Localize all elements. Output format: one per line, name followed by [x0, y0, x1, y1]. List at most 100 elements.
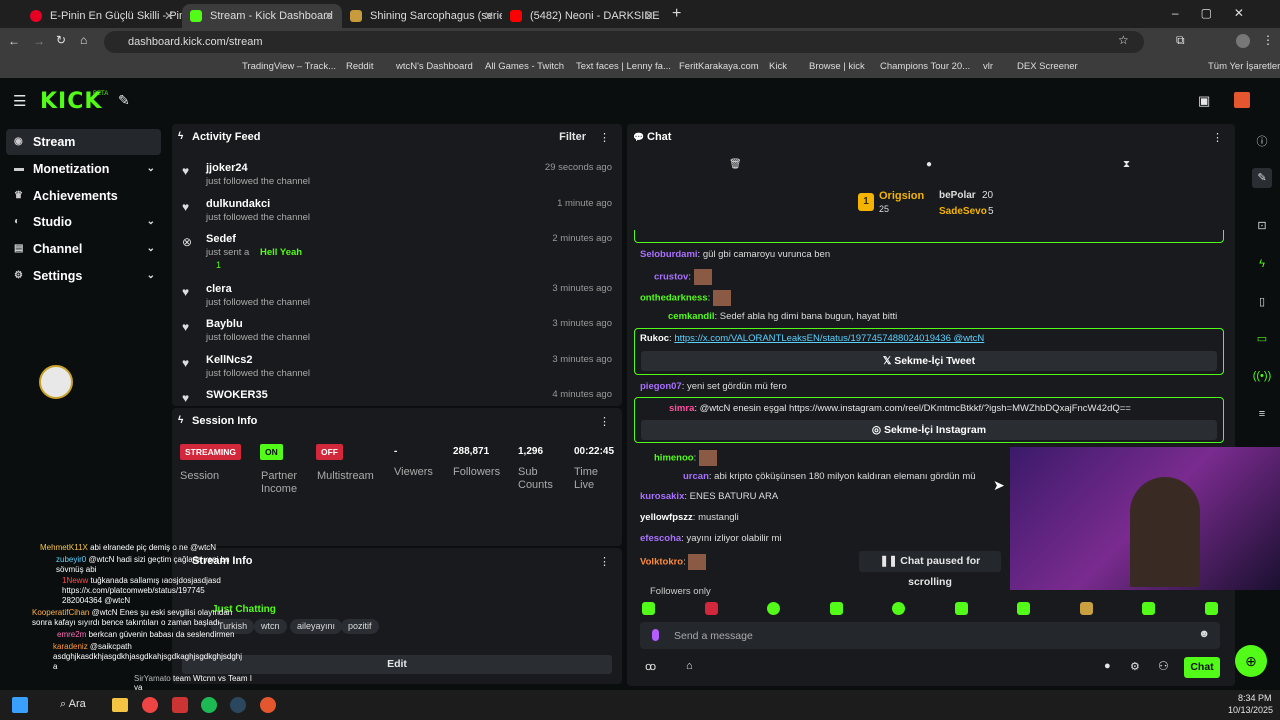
- bookmark[interactable]: Text faces | Lenny fa...: [576, 61, 671, 72]
- screen-icon[interactable]: ▣: [1198, 93, 1210, 109]
- emote-icon[interactable]: [1017, 602, 1030, 615]
- windows-start-icon[interactable]: [12, 697, 28, 713]
- profile-avatar[interactable]: [1236, 34, 1250, 48]
- bookmark[interactable]: vlr: [983, 61, 993, 72]
- capture-icon[interactable]: ⊡: [1252, 216, 1272, 236]
- browser-tab[interactable]: Shining Sarcophagus (series) | V✕: [342, 4, 502, 28]
- emote-icon[interactable]: [767, 602, 780, 615]
- stack-icon[interactable]: ≡: [1252, 404, 1272, 424]
- emote-icon[interactable]: [642, 602, 655, 615]
- bookmark[interactable]: wtcN's Dashboard: [396, 61, 473, 72]
- emote-icon[interactable]: [1205, 602, 1218, 615]
- bookmark[interactable]: Browse | kick: [809, 61, 865, 72]
- emote-icon[interactable]: [830, 602, 843, 615]
- bookmark[interactable]: TradingView – Track...: [242, 61, 336, 72]
- users-icon[interactable]: ꝏ: [645, 660, 656, 673]
- app-icon[interactable]: [260, 697, 276, 713]
- bookmark[interactable]: Kick: [769, 61, 787, 72]
- home-icon[interactable]: ⌂: [80, 33, 87, 47]
- more-icon[interactable]: ⋮: [599, 415, 610, 428]
- trash-icon[interactable]: 🗑: [729, 159, 742, 170]
- emoji-icon[interactable]: ☻: [1198, 628, 1210, 640]
- emote-icon[interactable]: [705, 602, 718, 615]
- store-icon[interactable]: ⌂: [686, 660, 693, 672]
- more-icon[interactable]: ⋮: [1212, 131, 1223, 144]
- close-tab-icon[interactable]: ✕: [644, 9, 654, 23]
- more-icon[interactable]: ⋮: [599, 555, 610, 568]
- steam-icon[interactable]: [230, 697, 246, 713]
- sidebar-item-stream[interactable]: ◉ Stream: [6, 129, 161, 155]
- bookmark[interactable]: Reddit: [346, 61, 373, 72]
- chat-icon[interactable]: ▭: [1252, 329, 1272, 349]
- search-icon[interactable]: ⌕ Ara: [60, 698, 86, 711]
- chrome-icon[interactable]: [142, 697, 158, 713]
- file-explorer-icon[interactable]: [112, 698, 128, 712]
- chat-icon: 💬: [633, 132, 645, 142]
- emote-icon[interactable]: [892, 602, 905, 615]
- more-icon[interactable]: ⋮: [599, 131, 610, 144]
- browser-tab[interactable]: (5482) Neoni - DARKSIDE (Offic✕: [502, 4, 662, 28]
- close-tab-icon[interactable]: ✕: [484, 9, 494, 23]
- instagram-button[interactable]: ◎ Sekme-İçi Instagram: [641, 420, 1217, 440]
- sidebar-item-label: Channel: [33, 242, 83, 256]
- window-controls[interactable]: –▢✕: [1172, 6, 1266, 20]
- tag-chip[interactable]: wtcn: [254, 619, 287, 634]
- clock-date[interactable]: 10/13/2025: [1228, 705, 1273, 715]
- sidebar-item-monetization[interactable]: ▬ Monetization ⌄: [6, 156, 161, 182]
- tag-chip[interactable]: aileyayını: [290, 619, 343, 634]
- hamburger-icon[interactable]: ☰: [13, 92, 26, 110]
- document-icon[interactable]: ▯: [1252, 292, 1272, 312]
- all-bookmarks[interactable]: Tüm Yer İşaretleri: [1208, 61, 1280, 72]
- gear-icon[interactable]: ⚙: [1130, 660, 1140, 673]
- close-tab-icon[interactable]: ✕: [324, 9, 334, 23]
- new-tab-button[interactable]: +: [672, 5, 681, 23]
- chat-paused-banner[interactable]: ❚❚ Chat paused for scrolling: [859, 551, 1001, 588]
- sidebar-item-settings[interactable]: ⚙ Settings ⌄: [6, 263, 161, 289]
- bookmark-star-icon[interactable]: ☆: [1118, 33, 1129, 47]
- edit-icon[interactable]: ✎: [1252, 168, 1272, 188]
- spotify-icon[interactable]: [201, 697, 217, 713]
- message-input[interactable]: Send a message ☻: [640, 622, 1220, 649]
- bookmark[interactable]: All Games - Twitch: [485, 61, 564, 72]
- reload-icon[interactable]: ↻: [56, 33, 66, 47]
- app-icon[interactable]: [172, 697, 188, 713]
- emote-icon[interactable]: [1080, 602, 1093, 615]
- pencil-icon[interactable]: ✎: [118, 92, 130, 109]
- gift-icon[interactable]: ⚇: [1158, 659, 1169, 673]
- sidebar-item-studio[interactable]: ◐ Studio ⌄: [6, 209, 161, 235]
- lightning-icon[interactable]: ϟ: [1252, 254, 1272, 274]
- filter-button[interactable]: Filter: [559, 131, 586, 143]
- sidebar-item-achievements[interactable]: ♛ Achievements: [6, 183, 161, 209]
- back-icon[interactable]: ←: [8, 34, 20, 48]
- tag-chip[interactable]: pozitif: [341, 619, 379, 634]
- tab-title: (5482) Neoni - DARKSIDE (Offic: [530, 10, 662, 22]
- microphone-icon[interactable]: [652, 629, 659, 641]
- emote-icon[interactable]: [1142, 602, 1155, 615]
- sidebar-item-channel[interactable]: ▤ Channel ⌄: [6, 236, 161, 262]
- close-tab-icon[interactable]: ✕: [164, 9, 174, 23]
- info-icon[interactable]: ⓘ: [1252, 132, 1272, 152]
- browser-tab-active[interactable]: Stream - Kick Dashboard ✕: [182, 4, 342, 28]
- chat-message: simra: @wtcN enesin eşgal https://www.in…: [669, 403, 1131, 414]
- browser-tab[interactable]: E-Pinin En Güçlü Skilli - Pindirin✕: [22, 4, 182, 28]
- bookmark[interactable]: FeritKarakaya.com: [679, 61, 759, 72]
- broadcast-icon[interactable]: ((•)): [1252, 366, 1272, 386]
- forward-icon[interactable]: →: [33, 34, 45, 48]
- avatar[interactable]: [1234, 92, 1250, 108]
- emote-icon[interactable]: [955, 602, 968, 615]
- menu-icon[interactable]: ⋮: [1262, 33, 1274, 47]
- bookmark[interactable]: Champions Tour 20...: [880, 61, 970, 72]
- floating-action-button[interactable]: ⊕: [1235, 645, 1267, 677]
- chat-settings-icon[interactable]: ●: [1104, 660, 1111, 672]
- sidebar-item-label: Stream: [33, 135, 76, 149]
- clock-time[interactable]: 8:34 PM: [1238, 693, 1272, 703]
- url-input[interactable]: dashboard.kick.com/stream: [104, 31, 1144, 53]
- tweet-button[interactable]: 𝕏 Sekme-İçi Tweet: [641, 351, 1217, 371]
- channel-avatar[interactable]: [39, 365, 73, 399]
- extensions-icon[interactable]: ⧉: [1176, 33, 1185, 48]
- chat-bubble-icon[interactable]: ●: [926, 159, 932, 170]
- edit-button[interactable]: Edit: [182, 655, 612, 674]
- bookmark[interactable]: DEX Screener: [1017, 61, 1078, 72]
- hourglass-icon[interactable]: ⧗: [1123, 159, 1130, 170]
- send-chat-button[interactable]: Chat: [1184, 657, 1220, 678]
